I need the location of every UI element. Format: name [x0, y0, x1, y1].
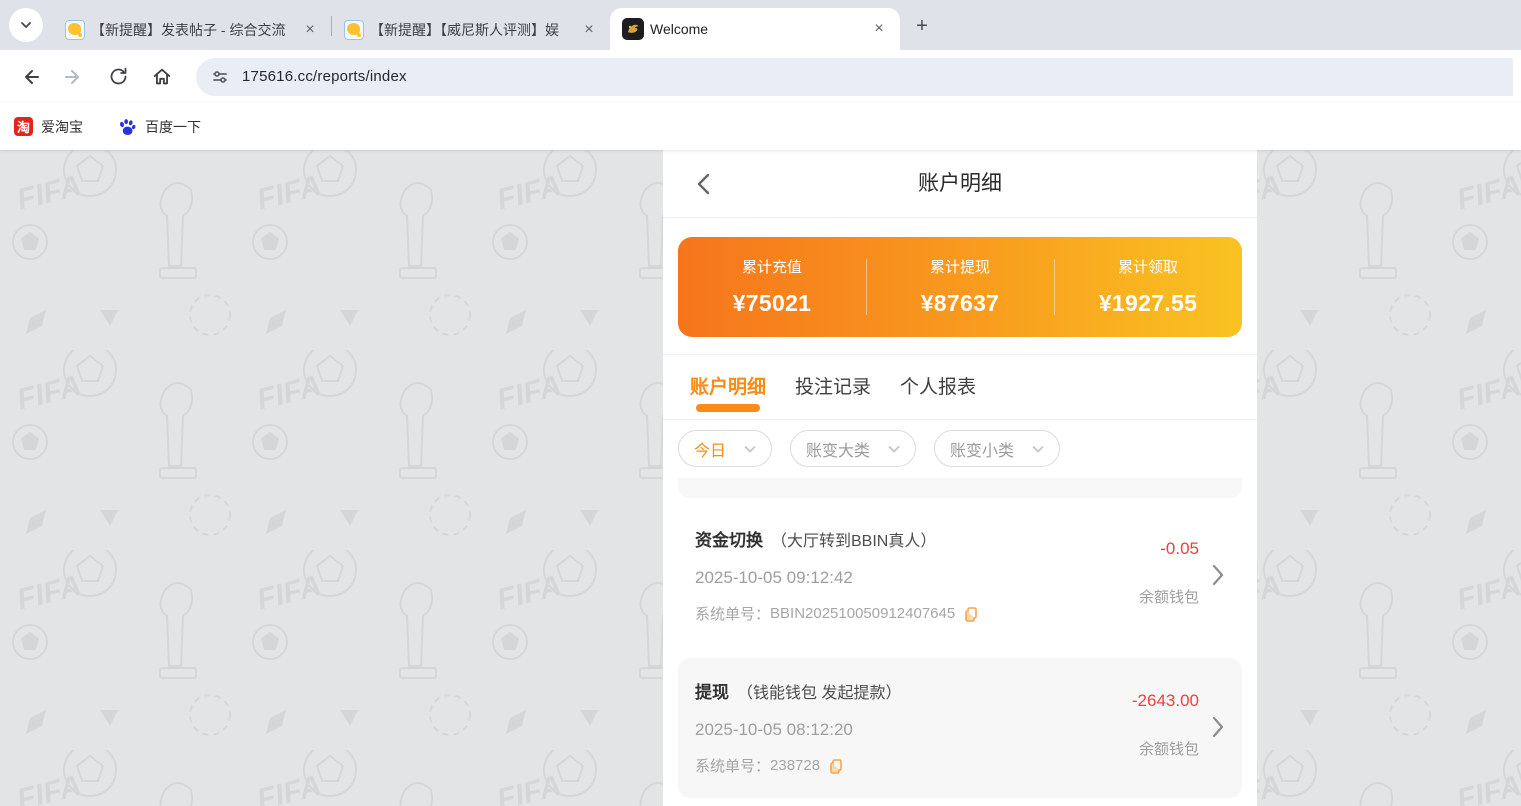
back-arrow-icon: [19, 66, 41, 88]
chevron-right-icon: [1211, 563, 1225, 587]
forum-favicon-icon: [344, 20, 364, 40]
close-icon[interactable]: ×: [578, 19, 600, 41]
stat-label: 累计提现: [866, 256, 1054, 277]
page-title: 账户明细: [663, 150, 1257, 218]
list-item[interactable]: 资金切换 （大厅转到BBIN真人） 2025-10-05 09:12:42 系统…: [678, 506, 1242, 646]
record-detail-chevron[interactable]: [1199, 678, 1225, 776]
stat-label: 累计充值: [678, 256, 866, 277]
gold-dragon-icon: [625, 21, 641, 37]
record-datetime: 2025-10-05 08:12:20: [695, 720, 1079, 740]
transaction-list: 资金切换 （大厅转到BBIN真人） 2025-10-05 09:12:42 系统…: [663, 478, 1257, 798]
reload-icon: [108, 66, 129, 87]
record-order-number: 238728: [770, 757, 820, 774]
filter-row: 今日 账变大类 账变小类: [663, 420, 1257, 478]
bookmarks-bar: 淘 爱淘宝 百度一下: [0, 103, 1521, 150]
tab-account-detail[interactable]: 账户明细: [690, 372, 766, 419]
filter-label: 账变大类: [806, 437, 870, 461]
stat-total-withdraw: 累计提现 ¥87637: [866, 237, 1054, 337]
close-icon[interactable]: ×: [868, 18, 890, 40]
chevron-down-icon: [1030, 441, 1046, 457]
record-type: 提现: [695, 678, 729, 703]
home-button[interactable]: [145, 60, 179, 94]
bookmark-aitaobao[interactable]: 淘 爱淘宝: [14, 117, 83, 137]
home-icon: [151, 66, 173, 88]
record-wallet: 余额钱包: [1139, 586, 1199, 607]
forum-favicon-icon: [65, 20, 85, 40]
tab-forum-post[interactable]: 【新提醒】发表帖子 - 综合交流 ×: [53, 10, 331, 50]
list-item[interactable]: 提现 （钱能钱包 发起提款） 2025-10-05 08:12:20 系统单号：…: [678, 658, 1242, 798]
record-order-number: BBIN202510050912407645: [770, 605, 955, 622]
tab-bet-records[interactable]: 投注记录: [795, 372, 871, 419]
copy-icon[interactable]: [828, 758, 844, 774]
record-order-prefix: 系统单号：: [695, 755, 770, 776]
filter-label: 账变小类: [950, 437, 1014, 461]
record-order-prefix: 系统单号：: [695, 603, 770, 624]
stat-total-claimed: 累计领取 ¥1927.55: [1054, 237, 1242, 337]
chevron-down-icon: [19, 18, 33, 32]
record-info: 提现 （钱能钱包 发起提款） 2025-10-05 08:12:20 系统单号：…: [695, 678, 1079, 776]
bookmark-baidu[interactable]: 百度一下: [117, 117, 201, 137]
new-tab-button[interactable]: +: [908, 12, 936, 40]
record-amount: -2643.00: [1132, 691, 1199, 711]
record-subtitle: （大厅转到BBIN真人）: [771, 527, 936, 551]
stat-value: ¥87637: [866, 290, 1054, 317]
bookmark-label: 爱淘宝: [41, 117, 83, 137]
filter-major-category-dropdown[interactable]: 账变大类: [790, 430, 916, 467]
bookmark-label: 百度一下: [145, 117, 201, 137]
record-amount-block: -2643.00 余额钱包: [1079, 678, 1199, 776]
record-subtitle: （钱能钱包 发起提款）: [737, 679, 901, 703]
address-bar[interactable]: 175616.cc/reports/index: [196, 58, 1513, 96]
page-back-button[interactable]: [693, 172, 717, 196]
section-tabs: 账户明细 投注记录 个人报表: [663, 355, 1257, 419]
record-type: 资金切换: [695, 526, 763, 551]
chevron-down-icon: [742, 441, 758, 457]
site-favicon-icon: [622, 18, 644, 40]
panel-header: 账户明细: [663, 150, 1257, 218]
record-amount-block: -0.05 余额钱包: [1079, 526, 1199, 624]
chevron-right-icon: [1211, 715, 1225, 739]
filter-label: 今日: [694, 437, 726, 461]
stat-label: 累计领取: [1054, 256, 1242, 277]
taobao-icon: 淘: [14, 117, 33, 136]
reload-button[interactable]: [101, 60, 135, 94]
close-icon[interactable]: ×: [299, 19, 321, 41]
list-item-partial[interactable]: [678, 478, 1242, 498]
record-info: 资金切换 （大厅转到BBIN真人） 2025-10-05 09:12:42 系统…: [695, 526, 1079, 624]
baidu-icon: [117, 117, 137, 137]
stat-value: ¥1927.55: [1054, 290, 1242, 317]
forward-arrow-icon: [63, 66, 85, 88]
record-detail-chevron[interactable]: [1199, 526, 1225, 624]
filter-minor-category-dropdown[interactable]: 账变小类: [934, 430, 1060, 467]
browser-toolbar: 175616.cc/reports/index: [0, 50, 1521, 103]
chevron-left-icon: [693, 172, 715, 196]
tab-venetian-review[interactable]: 【新提醒】【威尼斯人评测】娱 ×: [332, 10, 610, 50]
tab-title: 【新提醒】【威尼斯人评测】娱: [370, 20, 572, 40]
site-info-icon[interactable]: [210, 67, 230, 87]
stat-value: ¥75021: [678, 290, 866, 317]
forward-button[interactable]: [57, 60, 91, 94]
record-datetime: 2025-10-05 09:12:42: [695, 568, 1079, 588]
filter-date-dropdown[interactable]: 今日: [678, 430, 772, 467]
tab-personal-report[interactable]: 个人报表: [900, 372, 976, 419]
back-button[interactable]: [13, 60, 47, 94]
copy-icon[interactable]: [963, 606, 979, 622]
page-viewport: FIFA 账户明细 累计充值 ¥75021 累计提现 ¥87637 累计领取 ¥…: [0, 150, 1521, 806]
tab-welcome-active[interactable]: Welcome ×: [610, 8, 900, 50]
stat-total-deposit: 累计充值 ¥75021: [678, 237, 866, 337]
record-amount: -0.05: [1160, 539, 1199, 559]
account-detail-panel: 账户明细 累计充值 ¥75021 累计提现 ¥87637 累计领取 ¥1927.…: [663, 150, 1257, 806]
browser-tab-strip: 【新提醒】发表帖子 - 综合交流 × 【新提醒】【威尼斯人评测】娱 × Welc…: [0, 0, 1521, 50]
url-text[interactable]: 175616.cc/reports/index: [242, 68, 407, 85]
record-wallet: 余额钱包: [1139, 738, 1199, 759]
tab-search-button[interactable]: [9, 8, 43, 42]
tab-title: Welcome: [650, 21, 862, 37]
stats-summary-card: 累计充值 ¥75021 累计提现 ¥87637 累计领取 ¥1927.55: [678, 237, 1242, 337]
tab-title: 【新提醒】发表帖子 - 综合交流: [91, 20, 293, 40]
chevron-down-icon: [886, 441, 902, 457]
